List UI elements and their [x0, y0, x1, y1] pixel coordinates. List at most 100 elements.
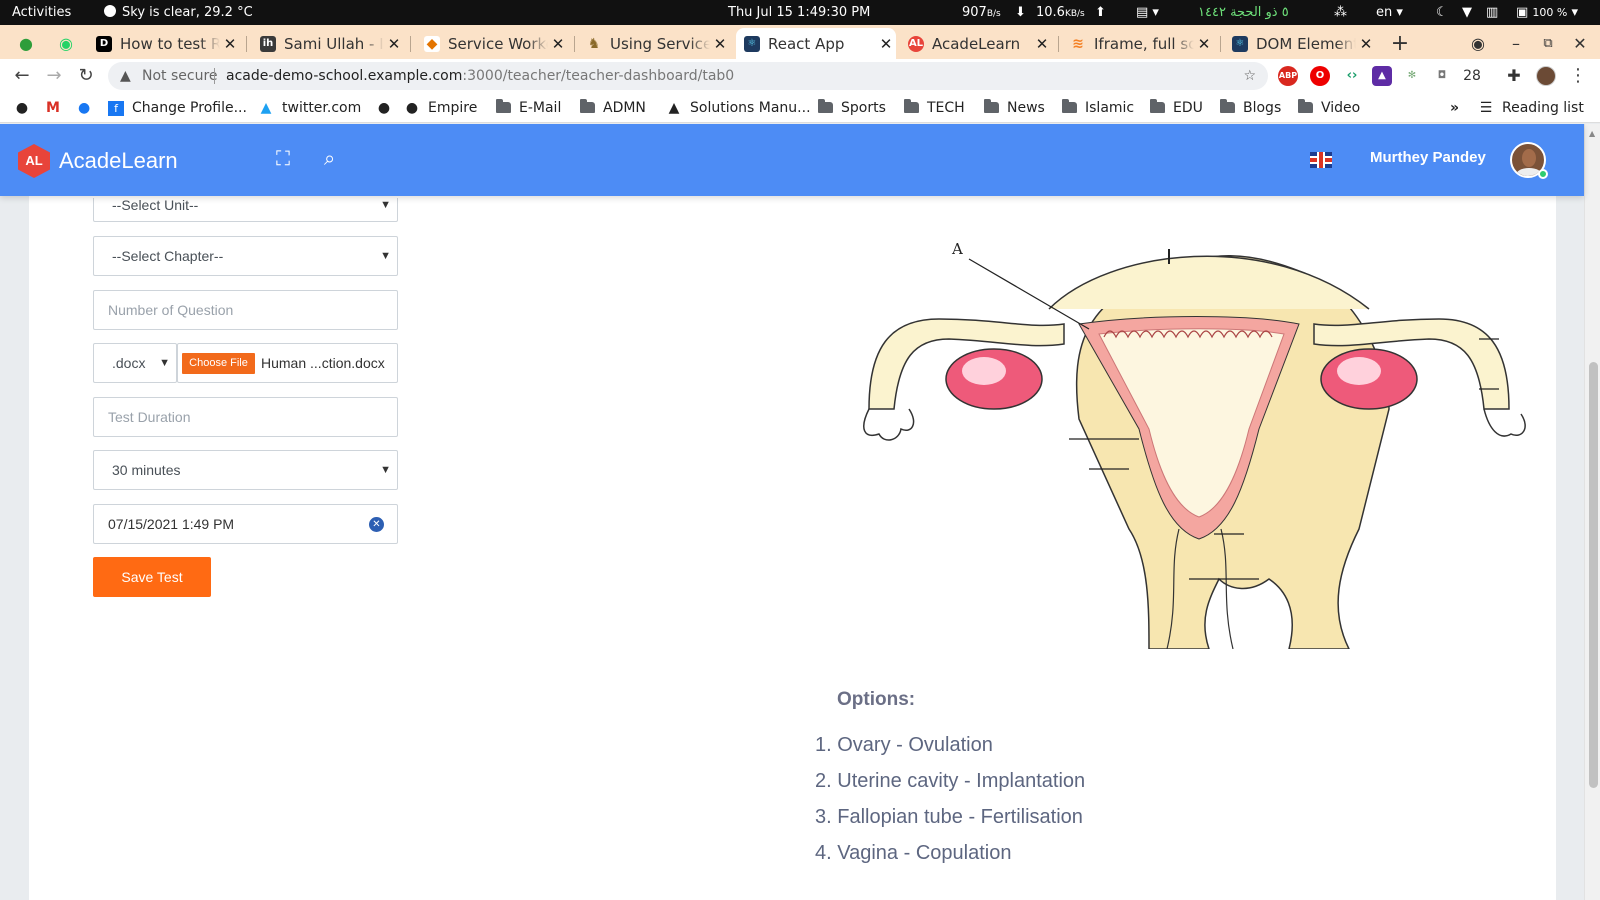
folder-icon	[1298, 99, 1313, 113]
tab-5[interactable]: AL AcadeLearn ✕	[900, 28, 1052, 59]
acadelearn-logo[interactable]: AL	[18, 144, 50, 178]
bookmark-tech[interactable]: TECH	[904, 93, 965, 123]
url-text[interactable]: acade-demo-school.example.com:3000/teach…	[226, 62, 734, 90]
tab-4-active[interactable]: ⚛ React App ✕	[736, 28, 896, 59]
chevron-down-icon: ▼	[159, 357, 170, 369]
maximize-icon[interactable]: ⧉	[1536, 28, 1560, 59]
tab-1[interactable]: ih Sami Ullah - In ✕	[252, 28, 404, 59]
bookmark-empire[interactable]: ● Empire	[404, 93, 477, 123]
scroll-up-arrow-icon[interactable]: ▲	[1589, 129, 1595, 138]
clock[interactable]: Thu Jul 15 1:49:30 PM	[728, 0, 870, 25]
bookmark-twitter[interactable]: ▲ twitter.com	[258, 93, 362, 123]
url-bar[interactable]: ▲ Not secure acade-demo-school.example.c…	[108, 62, 1268, 90]
user-name[interactable]: Murthey Pandey	[1370, 149, 1486, 166]
brand-name[interactable]: AcadeLearn	[59, 148, 178, 174]
new-tab-plus-icon[interactable]: +	[1388, 28, 1412, 59]
scrollbar-thumb[interactable]	[1589, 362, 1598, 788]
bookmark-email[interactable]: E-Mail	[496, 93, 561, 123]
react-devtools-icon[interactable]: ✻	[1402, 66, 1422, 86]
file-type-select[interactable]: .docx ▼	[93, 343, 177, 383]
language-indicator[interactable]: en ▾	[1376, 0, 1403, 25]
whatsapp-icon[interactable]: ◉	[54, 28, 78, 59]
facebook-page-icon: f	[108, 101, 124, 116]
forward-arrow-icon[interactable]: →	[42, 59, 66, 93]
window-close-icon[interactable]: ✕	[1568, 28, 1592, 59]
duration-select[interactable]: 30 minutes ▼	[93, 450, 398, 490]
bookmark-blogs[interactable]: Blogs	[1220, 93, 1281, 123]
profile-avatar-icon[interactable]	[1536, 66, 1556, 86]
extension-count[interactable]: 28	[1462, 66, 1482, 86]
facebook-icon[interactable]: ●	[78, 93, 90, 123]
search-icon[interactable]: ⌕	[324, 146, 335, 170]
back-arrow-icon[interactable]: ←	[10, 59, 34, 93]
battery-indicator[interactable]: ▣ 100 % ▾	[1516, 0, 1578, 25]
reload-icon[interactable]: ↻	[74, 59, 98, 93]
bookmark-admn[interactable]: ADMN	[580, 93, 646, 123]
tab-close-icon[interactable]: ✕	[710, 35, 730, 53]
weather-indicator[interactable]: Sky is clear, 29.2 °C	[104, 0, 253, 25]
tab-3[interactable]: ♞ Using Service ✕	[578, 28, 730, 59]
tab-close-icon[interactable]: ✕	[1356, 35, 1376, 53]
graduation-icon[interactable]: ▲	[1372, 66, 1392, 86]
save-test-button[interactable]: Save Test	[93, 557, 211, 597]
clear-icon[interactable]: ✕	[369, 517, 384, 532]
folder-icon	[1150, 99, 1165, 113]
option-2: 2. Uterine cavity - Implantation	[815, 770, 1086, 792]
bookmark-globe-icon[interactable]: ●	[14, 93, 38, 123]
bookmark-islamic[interactable]: Islamic	[1062, 93, 1134, 123]
pinned-leaf-icon[interactable]: ●	[14, 28, 38, 59]
minimize-icon[interactable]: –	[1504, 28, 1528, 59]
kebab-menu-icon[interactable]: ⋮	[1566, 59, 1590, 93]
reading-list[interactable]: ☰ Reading list	[1478, 93, 1584, 123]
system-top-bar: Activities Sky is clear, 29.2 °C Thu Jul…	[0, 0, 1600, 25]
bookmark-edu[interactable]: EDU	[1150, 93, 1203, 123]
test-duration-input[interactable]: Test Duration	[93, 397, 398, 437]
activities-button[interactable]: Activities	[12, 0, 71, 25]
clipboard-icon[interactable]: ▤ ▾	[1136, 0, 1159, 25]
tab-close-icon[interactable]: ✕	[1194, 35, 1214, 53]
file-input[interactable]: Choose File Human ...ction.docx	[177, 343, 398, 383]
bookmark-news[interactable]: News	[984, 93, 1045, 123]
tab-close-icon[interactable]: ✕	[548, 35, 568, 53]
tab-0[interactable]: D How to test RE ✕	[88, 28, 240, 59]
opera-icon[interactable]: O	[1310, 66, 1330, 86]
wifi-icon[interactable]: ▼	[1462, 0, 1472, 25]
option-4: 4. Vagina - Copulation	[815, 842, 1012, 864]
workspace-icon[interactable]: ⁂	[1334, 0, 1347, 25]
option-1: 1. Ovary - Ovulation	[815, 734, 993, 756]
bookmarks-overflow-chevron[interactable]: »	[1450, 93, 1459, 123]
bookmark-solutions[interactable]: ▲ Solutions Manu...	[666, 93, 811, 123]
fullscreen-icon[interactable]: ⛶	[276, 146, 290, 170]
react-icon: ⚛	[744, 35, 760, 52]
bookmark-sports[interactable]: Sports	[818, 93, 886, 123]
folder-icon	[1062, 99, 1077, 113]
bookmark-change-profile[interactable]: f Change Profile...	[108, 93, 247, 123]
bookmark-video[interactable]: Video	[1298, 93, 1360, 123]
triangle-icon: ▲	[668, 100, 680, 116]
globe-icon: ●	[377, 100, 391, 116]
security-status[interactable]: Not secure	[142, 62, 218, 90]
tab-search-icon[interactable]: ◉	[1466, 28, 1490, 59]
tab-close-icon[interactable]: ✕	[1032, 35, 1052, 53]
gmail-icon[interactable]: M	[46, 93, 60, 123]
tab-2[interactable]: ◆ Service Worke ✕	[416, 28, 568, 59]
uk-flag-icon[interactable]	[1310, 152, 1332, 168]
tab-7[interactable]: ⚛ DOM Element ✕	[1224, 28, 1376, 59]
puzzle-extensions-icon[interactable]: ✚	[1504, 66, 1524, 86]
acadelearn-icon: AL	[908, 35, 924, 52]
datetime-picker[interactable]: 07/15/2021 1:49 PM ✕	[93, 504, 398, 544]
code-icon[interactable]: ‹›	[1342, 66, 1362, 86]
bookmark-star-icon[interactable]: ☆	[1243, 62, 1256, 90]
adblock-icon[interactable]: ABP	[1278, 66, 1298, 86]
camera-icon[interactable]: ◘	[1432, 66, 1452, 86]
question-count-input[interactable]: Number of Question	[93, 290, 398, 330]
tab-close-icon[interactable]: ✕	[220, 35, 240, 53]
tab-6[interactable]: ≋ Iframe, full scr ✕	[1062, 28, 1214, 59]
warning-triangle-icon[interactable]: ▲	[120, 62, 131, 90]
page-scrollbar[interactable]: ▲	[1584, 124, 1600, 900]
tab-close-icon[interactable]: ✕	[876, 35, 896, 53]
chapter-select[interactable]: --Select Chapter-- ▼	[93, 236, 398, 276]
tab-close-icon[interactable]: ✕	[384, 35, 404, 53]
choose-file-button[interactable]: Choose File	[182, 353, 255, 374]
bookmark-globe-2[interactable]: ●	[376, 93, 400, 123]
